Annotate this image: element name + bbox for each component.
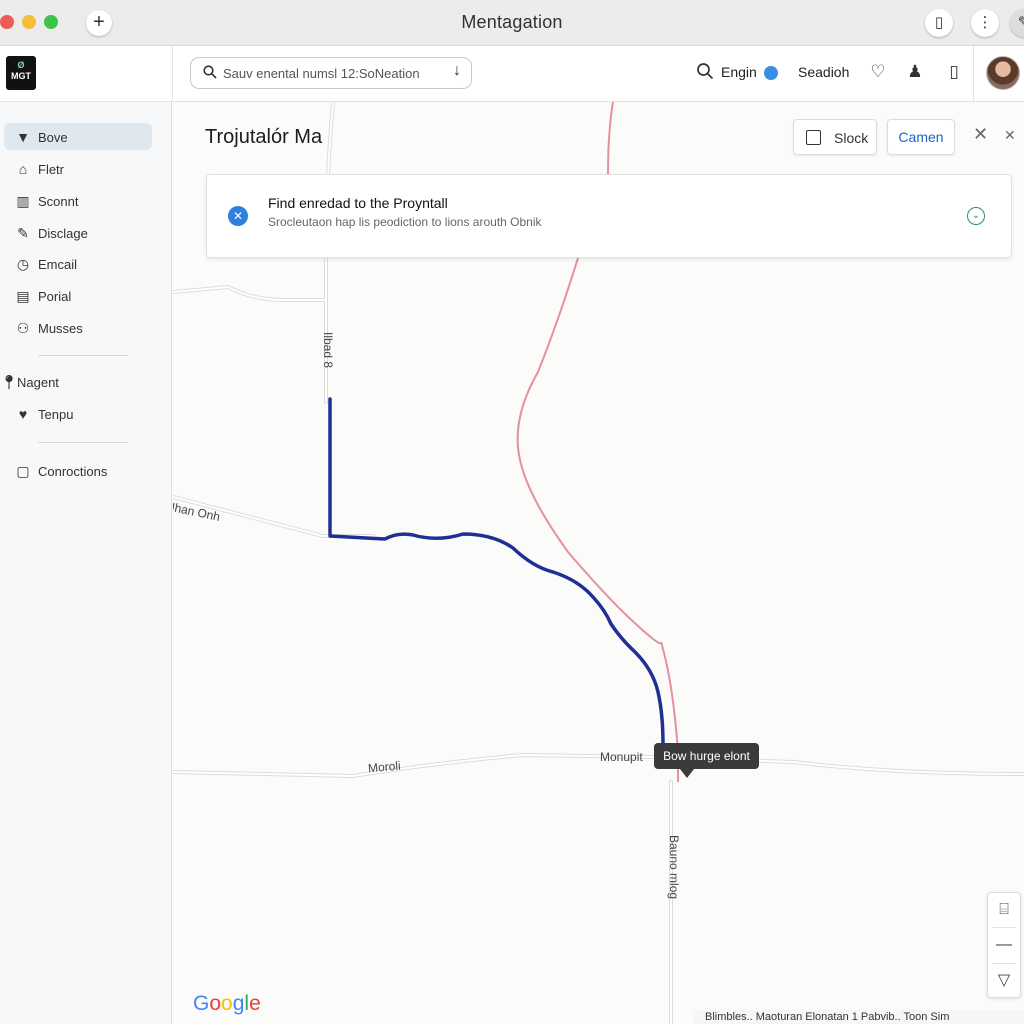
sidebar-toggle-button[interactable]: ▯: [925, 9, 953, 37]
sidebar-item-fletr[interactable]: ⌂ Fletr: [4, 155, 152, 182]
heart-icon: ♥: [18, 406, 28, 422]
more-options-button[interactable]: ⋮: [971, 9, 999, 37]
app-toolbar: Ø MGT Sauv enental numsl 12:SoNeation ↓ …: [0, 46, 1024, 102]
camen-button[interactable]: Camen: [887, 119, 955, 155]
mouse-icon[interactable]: ⌸: [988, 893, 1020, 927]
person-icon[interactable]: ♟: [905, 62, 925, 82]
route-tooltip: Bow hurge elont: [654, 743, 759, 769]
sidebar-item-label: Bove: [38, 130, 68, 145]
map-title: Trojutalór Ma: [205, 126, 323, 148]
sidebar-item-label: Conroctions: [38, 464, 108, 479]
sidebar-item-label: Emcail: [38, 257, 78, 272]
chevron-down-icon[interactable]: ⌄: [967, 207, 985, 225]
grid-icon: ▥: [16, 193, 30, 209]
heart-icon[interactable]: ♡: [868, 62, 888, 82]
status-dot-icon: [764, 66, 778, 80]
sidebar-item-musses[interactable]: ⚇ Musses: [4, 314, 152, 341]
sidebar-item-label: Porial: [38, 289, 72, 304]
zoom-out-button[interactable]: —: [988, 928, 1020, 962]
sidebar-item-disclage[interactable]: ✎ Disclage: [4, 219, 152, 246]
sidebar-item-nagent[interactable]: 📍︎ Nagent: [0, 368, 148, 395]
user-avatar[interactable]: [986, 56, 1020, 90]
download-icon[interactable]: ↓: [453, 62, 461, 80]
sidebar: ▼ Bove ⌂ Fletr ▥ Sconnt ✎ Disclage ◷ Emc…: [0, 102, 172, 1024]
engin-button[interactable]: Engin: [721, 64, 757, 80]
zoom-controls: ⌸ — ▽: [987, 892, 1021, 998]
window-title: Mentagation: [461, 12, 563, 32]
banner-subtitle: Srocleutaon hap lis peodiction to lions …: [268, 215, 542, 229]
sidebar-divider: [38, 355, 128, 356]
search-icon: [203, 65, 217, 79]
banner-title: Find enredad to the Proyntall: [268, 195, 448, 211]
clock-icon: ◷: [16, 256, 30, 272]
map-view[interactable]: Trojutalór Ma Slock Camen ✕ ✕ ✕ Find enr…: [173, 102, 1024, 1024]
slock-label: Slock: [834, 130, 869, 146]
toolbar-divider: [172, 46, 173, 102]
logo-mark: Ø: [17, 60, 25, 70]
logo-letter: e: [249, 992, 261, 1015]
folder-icon: ▤: [16, 288, 30, 304]
collapse-icon[interactable]: ✕: [1004, 127, 1016, 144]
google-logo: Google: [193, 992, 261, 1016]
search-icon[interactable]: [695, 62, 715, 82]
main-route-line: [328, 397, 665, 746]
sidebar-item-label: Tenpu: [38, 407, 74, 422]
window-titlebar: + Mentagation ▯ ⋮ ✎: [0, 0, 1024, 46]
logo-letter: g: [232, 992, 245, 1015]
sidebar-item-label: Disclage: [38, 226, 88, 241]
map-attribution[interactable]: Blimbles.. Maoturan Elonatan 1 Pabvib.. …: [693, 1010, 1024, 1024]
road-label-vertical-north: Ilbad 8: [321, 332, 335, 369]
app-logo[interactable]: Ø MGT: [6, 56, 36, 90]
close-icon[interactable]: ✕: [973, 124, 988, 145]
users-icon: ⚇: [16, 320, 30, 336]
toolbar-divider: [973, 46, 974, 102]
road-label-southwest: Moroli: [367, 758, 402, 776]
logo-letter: o: [221, 992, 233, 1015]
road-east-west: [173, 752, 1024, 779]
pin-icon: ▼: [16, 129, 30, 145]
sidebar-item-conroctions[interactable]: ▢ Conroctions: [4, 457, 152, 484]
road-label-junction: Monupit: [600, 750, 643, 764]
pencil-icon: ✎: [17, 225, 29, 241]
checkbox-icon: [806, 130, 821, 145]
location-icon: 📍︎: [0, 374, 18, 390]
slock-checkbox[interactable]: Slock: [793, 119, 877, 155]
battery-icon[interactable]: ▯: [944, 62, 964, 82]
route-banner[interactable]: ✕ Find enredad to the Proyntall Srocleut…: [206, 174, 1012, 258]
logo-text: MGT: [11, 71, 31, 81]
logo-letter: o: [209, 992, 222, 1015]
sidebar-item-sconnt[interactable]: ▥ Sconnt: [4, 187, 152, 214]
square-icon: ▢: [16, 463, 30, 479]
route-status-icon: ✕: [228, 206, 248, 226]
seadioh-button[interactable]: Seadioh: [798, 64, 849, 80]
sidebar-item-label: Fletr: [38, 162, 64, 177]
sidebar-item-tenpu[interactable]: ♥ Tenpu: [4, 400, 152, 427]
sidebar-item-label: Nagent: [17, 375, 59, 390]
sidebar-item-porial[interactable]: ▤ Porial: [4, 282, 152, 309]
sidebar-item-bove[interactable]: ▼ Bove: [4, 123, 152, 150]
home-icon: ⌂: [18, 161, 28, 177]
logo-letter: G: [193, 992, 210, 1015]
chevron-down-icon[interactable]: ▽: [988, 964, 1020, 998]
search-box[interactable]: Sauv enental numsl 12:SoNeation ↓: [190, 57, 472, 89]
road-label-vertical-south: Bauno mlog: [667, 835, 681, 900]
sidebar-item-label: Musses: [38, 321, 83, 336]
sidebar-item-label: Sconnt: [38, 194, 79, 209]
search-input[interactable]: Sauv enental numsl 12:SoNeation: [223, 66, 420, 81]
sidebar-divider: [38, 442, 128, 443]
sidebar-item-emcail[interactable]: ◷ Emcail: [4, 250, 152, 277]
tooltip-pointer: [680, 769, 694, 778]
